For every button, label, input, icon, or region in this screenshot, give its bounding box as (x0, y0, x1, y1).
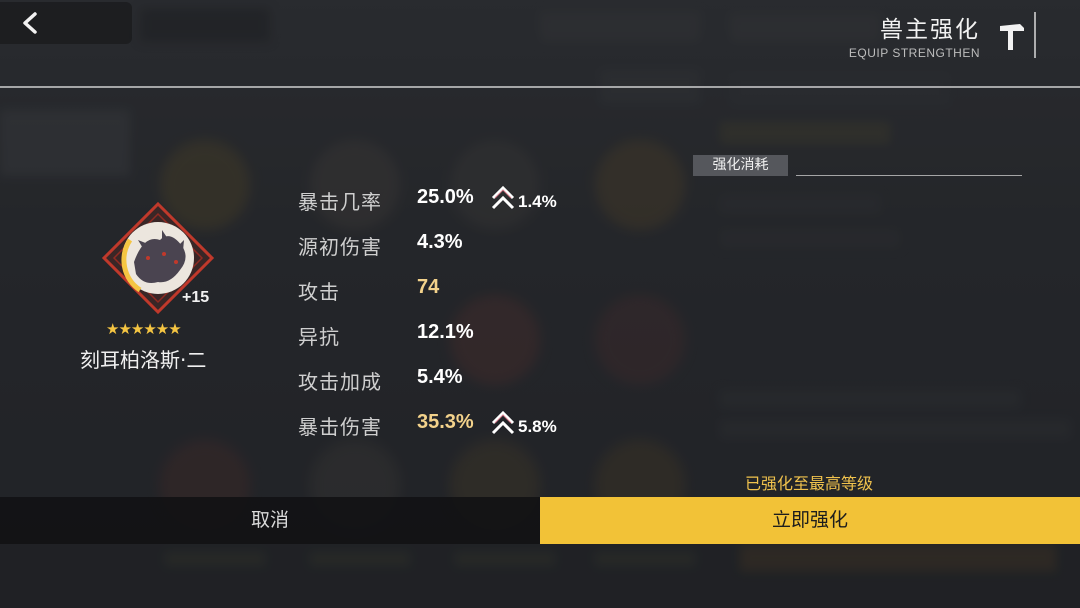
stat-value: 35.3% (417, 411, 474, 433)
stat-label: 异抗 (298, 325, 340, 349)
cancel-button[interactable]: 取消 (0, 497, 540, 544)
cost-section-label: 强化消耗 (693, 155, 788, 176)
chevron-left-icon (23, 12, 37, 34)
bottom-blurred-area (0, 544, 1080, 608)
header-divider (1034, 12, 1036, 58)
stat-value: 74 (417, 276, 440, 298)
stat-label: 攻击加成 (298, 370, 382, 394)
stat-increase-value: 1.4% (518, 192, 557, 211)
stat-increase-value: 5.8% (518, 417, 557, 436)
item-name: 刻耳柏洛斯·二 (80, 348, 207, 372)
stat-value: 4.3% (417, 231, 463, 253)
stat-label: 源初伤害 (298, 235, 382, 259)
hammer-icon (1000, 24, 1024, 50)
back-button[interactable] (0, 2, 132, 44)
cost-section-divider (796, 175, 1022, 176)
stat-value: 12.1% (417, 321, 474, 343)
page-title: 兽主强化 (880, 17, 980, 43)
item-level: +15 (182, 289, 210, 306)
strengthen-now-button[interactable]: 立即强化 (540, 497, 1080, 544)
page-title-block: 兽主强化 EQUIP STRENGTHEN (849, 16, 980, 60)
item-stars: ★★★★★★ (106, 320, 182, 338)
max-level-note: 已强化至最高等级 (745, 474, 874, 493)
stat-label: 暴击伤害 (298, 415, 382, 439)
double-chevron-up-icon (491, 185, 515, 210)
double-chevron-up-icon (491, 410, 515, 435)
stat-value: 25.0% (417, 186, 474, 208)
stat-value: 5.4% (417, 366, 463, 388)
header-underline (0, 86, 1080, 88)
stat-label: 攻击 (298, 280, 340, 304)
page-subtitle: EQUIP STRENGTHEN (848, 46, 980, 60)
stat-label: 暴击几率 (298, 190, 382, 214)
